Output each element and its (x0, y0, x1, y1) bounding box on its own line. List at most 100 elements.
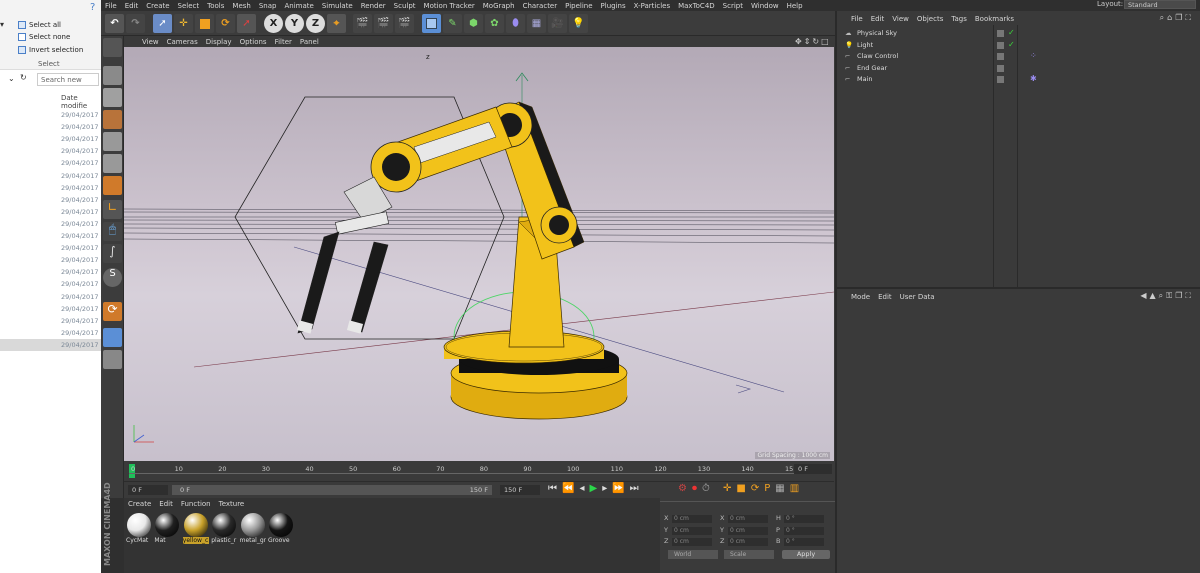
model-mode-button[interactable] (103, 66, 122, 85)
scale-tool-button[interactable] (195, 14, 214, 33)
tweak-mode-button[interactable]: 🖱 (103, 222, 122, 241)
deformer-button[interactable]: ⬮ (506, 14, 525, 33)
file-row[interactable]: 29/04/2017 0 (0, 254, 101, 266)
perspective-viewport[interactable]: z Grid Spacing : 1000 cm (124, 47, 834, 461)
workplane-mode-button[interactable] (103, 110, 122, 129)
coordinate-mode-select[interactable]: World (668, 550, 718, 559)
object-row[interactable]: 💡 Light ✓ (845, 40, 1195, 51)
coordinate-value-field[interactable]: 0 ° (784, 538, 824, 546)
edges-mode-button[interactable] (103, 154, 122, 173)
keyframe-selection-icon[interactable]: ⏱ (702, 483, 715, 494)
render-settings-button[interactable]: 🎬 (395, 14, 414, 33)
attribute-menu-mode[interactable]: Mode (847, 293, 874, 301)
menu-script[interactable]: Script (719, 2, 747, 10)
menu-snap[interactable]: Snap (255, 2, 281, 10)
points-mode-button[interactable] (103, 132, 122, 151)
object-menu-bookmarks[interactable]: Bookmarks (971, 15, 1018, 23)
make-editable-button[interactable] (103, 38, 122, 57)
light-button[interactable]: 💡 (569, 14, 588, 33)
play-icon[interactable]: ▶ (589, 483, 602, 494)
visibility-toggle[interactable] (997, 76, 1004, 84)
file-row[interactable]: 29/04/2017 0 (0, 206, 101, 218)
x-axis-lock-button[interactable]: X (264, 14, 283, 33)
file-row[interactable]: 29/04/2017 0 (0, 145, 101, 157)
menu-create[interactable]: Create (142, 2, 173, 10)
object-menu-objects[interactable]: Objects (913, 15, 947, 23)
object-menu-file[interactable]: File (847, 15, 867, 23)
menu-mograph[interactable]: MoGraph (479, 2, 519, 10)
sculpt-button[interactable]: S (103, 268, 122, 287)
current-frame-input[interactable]: 0 F (128, 485, 168, 495)
go-to-end-icon[interactable]: ⏭ (630, 483, 644, 494)
file-row[interactable]: 29/04/2017 0 (0, 291, 101, 303)
enabled-check-icon[interactable]: ✓ (1008, 39, 1015, 50)
menu-help[interactable]: Help (783, 2, 807, 10)
next-key-icon[interactable]: ⏩ (612, 483, 629, 494)
key-position-icon[interactable]: ✛ (723, 483, 736, 494)
coordinate-value-field[interactable]: 0 ° (784, 526, 824, 535)
go-to-start-icon[interactable]: ⏮ (548, 483, 562, 494)
file-row[interactable]: 29/04/2017 0 (0, 182, 101, 194)
coordinate-system-button[interactable]: ⌖ (327, 14, 346, 33)
render-view-button[interactable]: 🎬 (353, 14, 372, 33)
material-menu-texture[interactable]: Texture (215, 500, 249, 511)
menu-tools[interactable]: Tools (203, 2, 228, 10)
spline-pen-button[interactable]: ✎ (443, 14, 462, 33)
file-row[interactable]: 29/04/2017 0 (0, 266, 101, 278)
timeline-ruler[interactable]: 0 10 20 30 40 50 60 70 80 90 100 110 120 130 140 15 0 F (124, 461, 834, 481)
enabled-check-icon[interactable]: ✓ (1008, 27, 1015, 38)
material-swatch[interactable]: Mat (154, 513, 180, 544)
camera-button[interactable]: 🎥 (548, 14, 567, 33)
date-modified-column-header[interactable]: Date modifie (61, 94, 101, 110)
invert-selection-button[interactable]: Invert selection (18, 46, 83, 54)
visibility-toggle[interactable] (997, 41, 1004, 49)
layout-select[interactable]: Standard (1124, 0, 1196, 9)
file-row[interactable]: 29/04/2017 0 (0, 133, 101, 145)
menu-animate[interactable]: Animate (280, 2, 317, 10)
array-button[interactable]: ✿ (485, 14, 504, 33)
menu-select[interactable]: Select (174, 2, 204, 10)
viewport-menu-display[interactable]: Display (202, 38, 236, 46)
subdivision-surface-button[interactable]: ⬢ (464, 14, 483, 33)
key-pla-icon[interactable]: ▦ (775, 483, 789, 494)
file-row[interactable]: 29/04/2017 0 (0, 121, 101, 133)
menu-edit[interactable]: Edit (121, 2, 143, 10)
file-row[interactable]: 29/04/2017 0 (0, 242, 101, 254)
enable-axis-button[interactable]: ∟ (103, 200, 122, 219)
new-window-icon[interactable]: ❐ (1175, 291, 1185, 300)
key-parameter-icon[interactable]: P (764, 483, 775, 494)
viewport-menu-filter[interactable]: Filter (271, 38, 296, 46)
select-none-button[interactable]: Select none (18, 33, 70, 41)
coordinate-value-field[interactable]: 0 cm (728, 526, 768, 535)
move-tool-button[interactable]: ✛ (174, 14, 193, 33)
menu-window[interactable]: Window (747, 2, 783, 10)
planar-workplane-button[interactable] (103, 328, 122, 347)
floor-button[interactable]: ▦ (527, 14, 546, 33)
home-icon[interactable]: ⌂ (1167, 13, 1175, 22)
texture-mode-button[interactable] (103, 88, 122, 107)
material-menu-function[interactable]: Function (177, 500, 215, 511)
help-icon[interactable]: ? (90, 2, 95, 13)
file-row[interactable]: 29/04/2017 0 (0, 218, 101, 230)
redo-button[interactable]: ↷ (126, 14, 145, 33)
object-row[interactable]: ☁ Physical Sky ✓ (845, 28, 1195, 39)
file-row[interactable]: 29/04/2017 0 (0, 315, 101, 327)
key-rotation-icon[interactable]: ⟳ (751, 483, 764, 494)
record-keys-icon[interactable]: ⚙ (678, 483, 692, 494)
file-row[interactable]: 29/04/2017 0 (0, 157, 101, 169)
up-arrow-icon[interactable]: ▲ (1149, 291, 1158, 300)
rotate-tool-button[interactable]: ⟳ (216, 14, 235, 33)
material-menu-create[interactable]: Create (124, 500, 155, 511)
menu-motion-tracker[interactable]: Motion Tracker (420, 2, 479, 10)
visibility-toggle[interactable] (997, 64, 1004, 72)
coordinate-value-field[interactable]: 0 cm (672, 538, 712, 546)
object-row[interactable]: ⌐ Main ✱ (845, 74, 1195, 85)
menu-sculpt[interactable]: Sculpt (390, 2, 420, 10)
fullscreen-icon[interactable]: ⛶ (1185, 13, 1194, 22)
material-swatch[interactable]: CycMat (126, 513, 152, 544)
new-window-icon[interactable]: ❐ (1175, 13, 1185, 22)
object-row[interactable]: ⌐ End Gear (845, 63, 1195, 74)
polygons-mode-button[interactable] (103, 176, 122, 195)
menu-pipeline[interactable]: Pipeline (561, 2, 596, 10)
tag-icon[interactable]: ✱ (1030, 73, 1037, 84)
